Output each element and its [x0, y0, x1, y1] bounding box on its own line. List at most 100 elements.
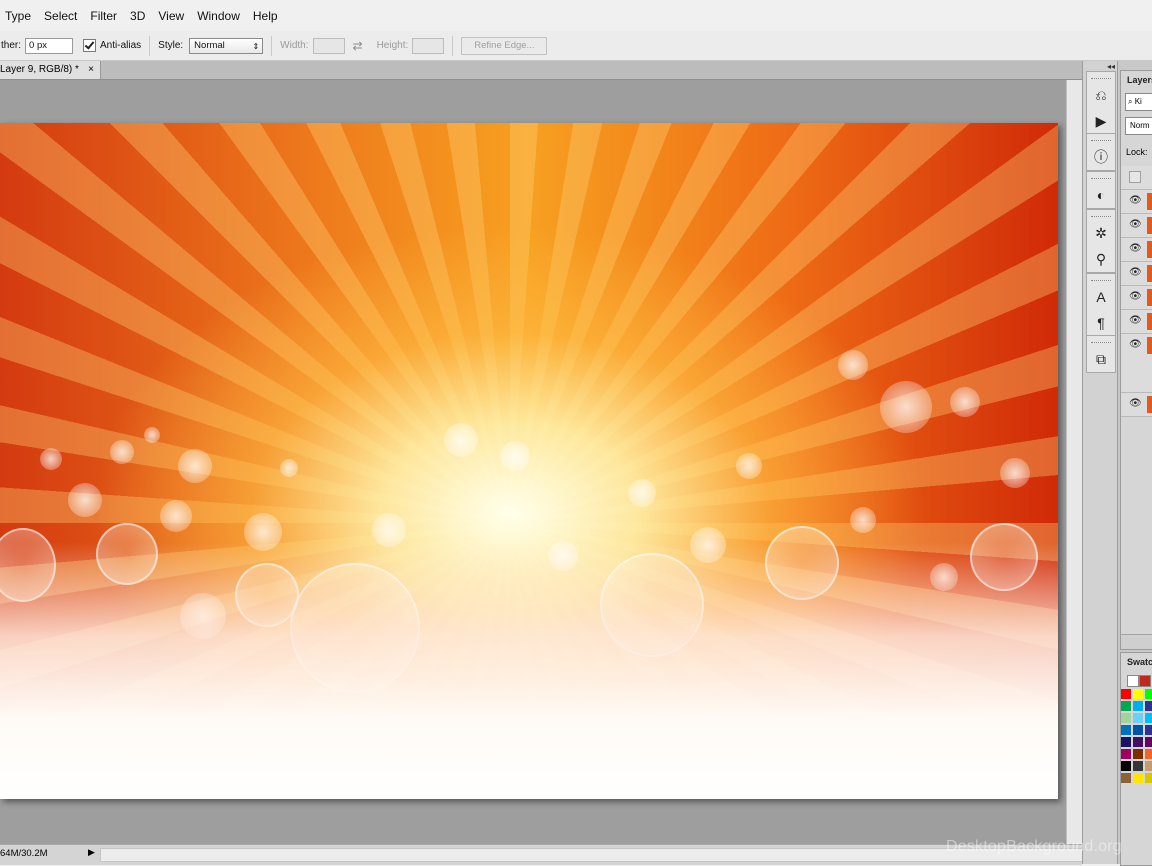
layer-row[interactable]: 👁	[1121, 334, 1152, 393]
dock-group: ⎌ ▶	[1086, 71, 1116, 135]
select-arrows-icon: ⇕	[252, 41, 260, 51]
layer-row[interactable]: 👁	[1121, 214, 1152, 238]
color-swatch[interactable]	[1145, 761, 1152, 771]
color-swatch[interactable]	[1133, 749, 1143, 759]
layer-filter-text: Ki	[1134, 97, 1142, 106]
adjustments-icon[interactable]: ◐	[1087, 182, 1115, 208]
color-swatch[interactable]	[1145, 773, 1152, 783]
layer-list: 👁 👁 👁 👁 👁 👁 👁 👁	[1121, 166, 1152, 417]
color-swatch[interactable]	[1133, 773, 1143, 783]
grip-handle[interactable]	[1091, 276, 1111, 281]
watermark-text: DesktopBackground.org	[946, 838, 1122, 855]
layer-row[interactable]: 👁	[1121, 393, 1152, 417]
color-swatch[interactable]	[1121, 773, 1131, 783]
close-icon[interactable]: ×	[88, 61, 94, 79]
color-swatch[interactable]	[1121, 725, 1131, 735]
width-input[interactable]	[312, 37, 345, 54]
style-label: Style:	[158, 40, 184, 51]
color-swatch[interactable]	[1145, 749, 1152, 759]
menu-select[interactable]: Select	[44, 9, 77, 23]
color-swatch[interactable]	[1121, 749, 1131, 759]
eye-icon[interactable]: 👁	[1129, 195, 1142, 206]
style-select[interactable]: Normal ⇕	[189, 37, 264, 54]
grip-handle[interactable]	[1091, 74, 1111, 79]
canvas-viewport[interactable]	[0, 80, 1066, 844]
eye-icon[interactable]: 👁	[1129, 243, 1142, 254]
color-swatch[interactable]	[1145, 737, 1152, 747]
menu-filter[interactable]: Filter	[90, 9, 117, 23]
actions-play-icon[interactable]: ▶	[1087, 108, 1115, 134]
document-tab[interactable]: Layer 9, RGB/8) * ×	[0, 61, 101, 79]
eye-icon[interactable]: 👁	[1129, 267, 1142, 278]
height-input[interactable]	[412, 37, 445, 54]
grip-handle[interactable]	[1091, 174, 1111, 179]
color-swatch[interactable]	[1145, 713, 1152, 723]
color-swatch[interactable]	[1133, 725, 1143, 735]
color-swatch[interactable]	[1133, 689, 1143, 699]
clone-source-icon[interactable]: ⚲	[1087, 246, 1115, 272]
document-tab-title: Layer 9, RGB/8) *	[0, 64, 79, 75]
color-swatch[interactable]	[1121, 761, 1131, 771]
color-swatch[interactable]	[1133, 737, 1143, 747]
color-swatch[interactable]	[1121, 689, 1131, 699]
dock-group: ⧉	[1086, 335, 1116, 373]
menu-3d[interactable]: 3D	[130, 9, 145, 23]
layer-thumbnail	[1147, 337, 1152, 354]
character-icon[interactable]: A	[1087, 284, 1115, 310]
background-swatch[interactable]	[1139, 675, 1151, 687]
collapse-panels-icon[interactable]: ◂◂	[1107, 62, 1115, 71]
color-swatch[interactable]	[1145, 689, 1152, 699]
layer-row[interactable]: 👁	[1121, 262, 1152, 286]
refine-edge-button[interactable]: Refine Edge...	[461, 36, 548, 55]
layer-filter-input[interactable]: ⌕ Ki	[1125, 93, 1152, 111]
eye-icon[interactable]: 👁	[1129, 339, 1142, 350]
eye-icon[interactable]: 👁	[1129, 315, 1142, 326]
eye-icon[interactable]: 👁	[1129, 291, 1142, 302]
layer-thumbnail	[1147, 265, 1152, 282]
visibility-box[interactable]	[1129, 171, 1141, 183]
paragraph-icon[interactable]: ¶	[1087, 310, 1115, 336]
status-menu-arrow-icon[interactable]: ▶	[88, 847, 95, 858]
grip-handle[interactable]	[1091, 338, 1111, 343]
vertical-scrollbar[interactable]	[1066, 80, 1082, 844]
history-icon[interactable]: ⎌	[1087, 82, 1115, 108]
dock-group: ✲ ⚲	[1086, 209, 1116, 273]
layers-tab[interactable]: Layers	[1127, 75, 1152, 85]
horizontal-scrollbar[interactable]	[100, 848, 1084, 862]
layer-row[interactable]: 👁	[1121, 286, 1152, 310]
image-canvas[interactable]	[0, 123, 1058, 799]
brush-presets-icon[interactable]: ✲	[1087, 220, 1115, 246]
color-swatch[interactable]	[1133, 701, 1143, 711]
eye-icon[interactable]: 👁	[1129, 219, 1142, 230]
info-icon[interactable]: ⓘ	[1087, 144, 1115, 170]
antialias-checkbox[interactable]	[83, 39, 97, 52]
layer-thumbnail	[1147, 289, 1152, 306]
color-swatch[interactable]	[1133, 713, 1143, 723]
menu-window[interactable]: Window	[197, 9, 240, 23]
divider	[271, 35, 273, 56]
layer-row[interactable]: 👁	[1121, 310, 1152, 334]
color-swatch[interactable]	[1121, 701, 1131, 711]
document-size-readout[interactable]: 64M/30.2M	[0, 848, 48, 859]
menu-view[interactable]: View	[158, 9, 184, 23]
color-swatch[interactable]	[1121, 713, 1131, 723]
layer-row[interactable]: 👁	[1121, 238, 1152, 262]
color-swatch[interactable]	[1145, 701, 1152, 711]
swap-icon[interactable]: ⇄	[353, 39, 363, 53]
layer-row[interactable]: 👁	[1121, 190, 1152, 214]
panel-dock-strip: ◂◂ ⎌ ▶ ⓘ ◐ ✲ ⚲ A ¶ ⧉	[1082, 61, 1118, 864]
layer-row[interactable]	[1121, 166, 1152, 190]
foreground-swatch[interactable]	[1127, 675, 1139, 687]
color-swatch[interactable]	[1121, 737, 1131, 747]
swatches-tab[interactable]: Swatc	[1127, 657, 1152, 667]
feather-input[interactable]: 0 px	[25, 37, 74, 54]
grip-handle[interactable]	[1091, 212, 1111, 217]
blend-mode-select[interactable]: Norm	[1125, 117, 1152, 135]
color-swatch[interactable]	[1145, 725, 1152, 735]
3d-icon[interactable]: ⧉	[1087, 346, 1115, 372]
menu-type[interactable]: Type	[5, 9, 31, 23]
grip-handle[interactable]	[1091, 136, 1111, 141]
menu-help[interactable]: Help	[253, 9, 278, 23]
eye-icon[interactable]: 👁	[1129, 398, 1142, 409]
color-swatch[interactable]	[1133, 761, 1143, 771]
